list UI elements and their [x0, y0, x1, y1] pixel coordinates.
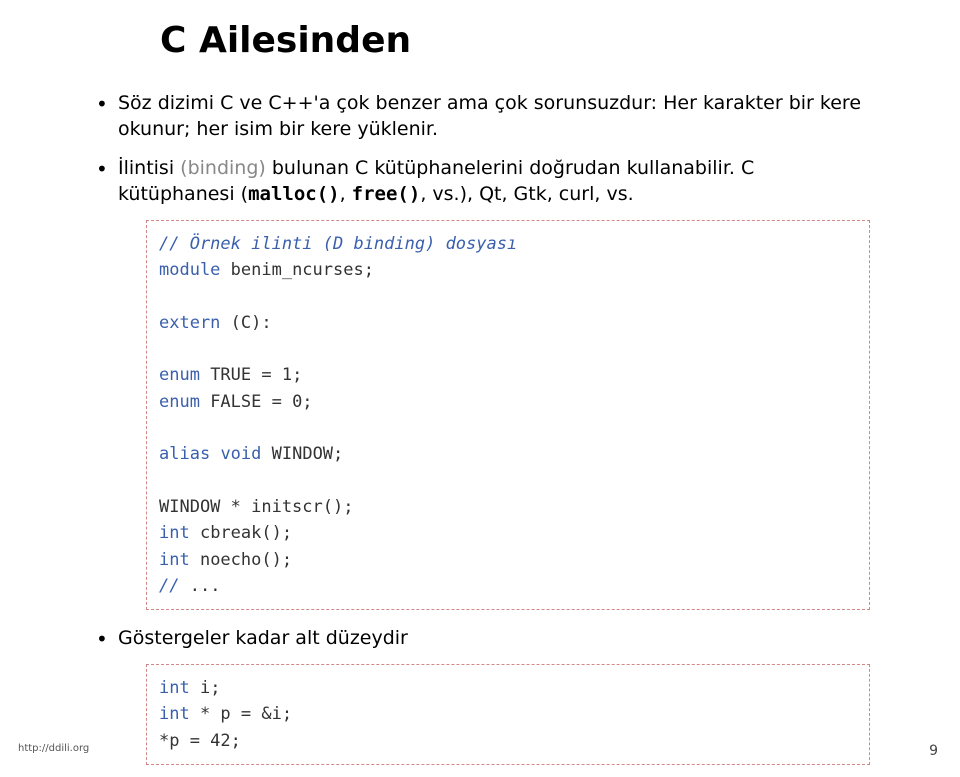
bullet-1-text: Söz dizimi C ve C++'a çok benzer ama çok…: [118, 92, 861, 140]
bullet-3-text: Göstergeler kadar alt düzeydir: [118, 627, 408, 649]
content: Söz dizimi C ve C++'a çok benzer ama çok…: [90, 91, 870, 765]
code1-l1: // Örnek ilinti (D binding) dosyası: [159, 234, 517, 254]
code1-l6c: void: [220, 444, 261, 464]
code1-l5a: enum: [159, 392, 200, 412]
code1-l8b: cbreak();: [190, 523, 292, 543]
code-box-1: // Örnek ilinti (D binding) dosyası modu…: [146, 220, 870, 611]
footer: http://ddili.org 9: [18, 743, 938, 759]
bullet-2-free: free(): [352, 183, 421, 205]
code1-l9a: int: [159, 550, 190, 570]
code1-l2a: module: [159, 260, 220, 280]
bullet-2-part-d: , vs.), Qt, Gtk, curl, vs.: [420, 183, 633, 205]
code1-l3a: extern: [159, 313, 220, 333]
code1-l5b: FALSE = 0;: [200, 392, 313, 412]
bullet-2-binding: (binding): [180, 157, 266, 179]
code1-l8a: int: [159, 523, 190, 543]
bullet-2-part-c: ,: [340, 183, 352, 205]
code1-l10a: //: [159, 576, 179, 596]
code1-l7: WINDOW * initscr();: [159, 497, 353, 517]
code1-l6a: alias: [159, 444, 210, 464]
code2-l1a: int: [159, 678, 190, 698]
bullet-2: İlintisi (binding) bulunan C kütüphanele…: [90, 156, 870, 610]
bullet-2-part-a: İlintisi: [118, 157, 180, 179]
code1-l4b: TRUE = 1;: [200, 365, 302, 385]
code2-l2a: int: [159, 704, 190, 724]
code2-l1b: i;: [190, 678, 221, 698]
code1-l3b: (C):: [220, 313, 271, 333]
code1-l4a: enum: [159, 365, 200, 385]
code1-l10b: ...: [179, 576, 220, 596]
bullet-1: Söz dizimi C ve C++'a çok benzer ama çok…: [90, 91, 870, 142]
code1-l6d: WINDOW;: [261, 444, 343, 464]
page-number: 9: [929, 743, 938, 759]
code1-l9b: noecho();: [190, 550, 292, 570]
code2-l2b: * p = &i;: [190, 704, 292, 724]
footer-url: http://ddili.org: [18, 743, 89, 759]
bullet-2-malloc: malloc(): [248, 183, 340, 205]
page-title: C Ailesinden: [160, 20, 870, 61]
code1-l2b: benim_ncurses;: [220, 260, 374, 280]
code1-l6b: [210, 444, 220, 464]
bullet-list: Söz dizimi C ve C++'a çok benzer ama çok…: [90, 91, 870, 765]
